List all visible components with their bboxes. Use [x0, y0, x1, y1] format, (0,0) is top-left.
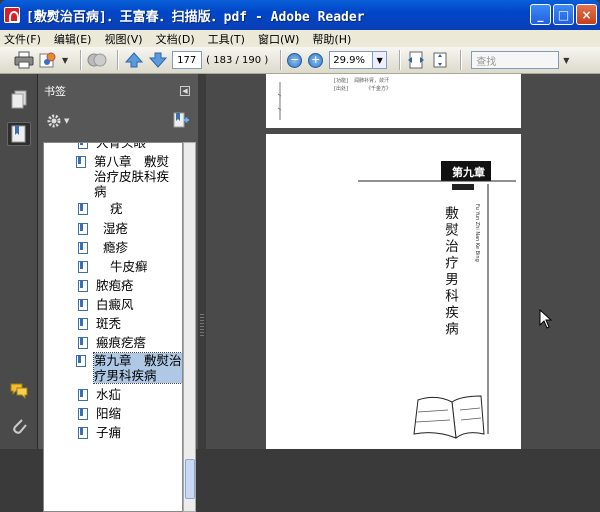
email-icon[interactable] — [38, 50, 58, 70]
page-text: 《千金方》 — [366, 85, 391, 92]
bookmark-icon — [78, 261, 88, 273]
bookmark-icon — [78, 242, 88, 254]
page-number-input[interactable]: 177 — [172, 51, 203, 69]
page-text: [功能] — [334, 77, 348, 84]
menu-document[interactable]: 文档(D) — [156, 31, 195, 47]
bookmarks-icon[interactable] — [7, 122, 31, 146]
bookmark-icon — [78, 389, 88, 401]
find-input[interactable]: 查找 — [471, 51, 560, 69]
bookmark-icon — [78, 408, 88, 420]
scrollbar-thumb[interactable] — [185, 459, 195, 499]
mouse-cursor-icon — [539, 309, 553, 329]
toolbar-separator — [280, 50, 282, 70]
bookmark-icon — [76, 355, 86, 367]
gear-icon — [47, 114, 61, 128]
maximize-button[interactable]: □ — [553, 4, 574, 25]
document-page-previous: [功能] 润肺补肾，敛汗 [出处] 《千金方》 — [266, 74, 521, 128]
toolbar-separator — [399, 50, 401, 70]
find-dropdown-icon[interactable]: ▼ — [563, 56, 569, 65]
toolbar-separator — [460, 50, 462, 70]
collapse-panel-icon[interactable]: ◀ — [180, 86, 190, 96]
bookmarks-panel: 书签 ◀ ▼ 大骨头眼 第八章 敷熨治疗皮肤科疾病 疣 湿疮 瘾疹 牛皮癣 脓疱… — [38, 74, 198, 512]
bookmark-item[interactable]: 水疝 — [78, 387, 121, 402]
page-count: ( 183 / 190 ) — [206, 54, 269, 66]
splitter-grip[interactable] — [200, 314, 204, 338]
bookmark-item[interactable]: 瘾疹 — [78, 240, 128, 255]
minimize-button[interactable]: _ — [530, 4, 551, 25]
bookmark-icon — [78, 427, 88, 439]
menu-bar: 文件(F) 编辑(E) 视图(V) 文档(D) 工具(T) 窗口(W) 帮助(H… — [0, 30, 600, 47]
open-book-illustration — [413, 395, 485, 439]
title-bar: [敷熨治百病]．王富春．扫描版．pdf - Adobe Reader _ □ × — [0, 0, 600, 30]
menu-tools[interactable]: 工具(T) — [208, 31, 245, 47]
bookmark-item[interactable]: 疣 — [78, 201, 123, 216]
bookmark-icon — [78, 337, 88, 349]
bookmark-item[interactable]: 大骨头眼 — [78, 143, 146, 150]
document-page-current: 第九章 敷熨治疗男科疾病 Fu Yun Zhi Nan Ke Bing — [266, 134, 521, 449]
menu-help[interactable]: 帮助(H) — [312, 31, 351, 47]
page-text: [出处] — [334, 85, 348, 92]
document-view[interactable]: [功能] 润肺补肾，敛汗 [出处] 《千金方》 第九章 敷熨治疗男科疾病 Fu … — [206, 74, 600, 449]
chevron-down-icon[interactable]: ▼ — [62, 56, 68, 65]
chapter-pinyin: Fu Yun Zhi Nan Ke Bing — [474, 204, 480, 262]
options-button[interactable]: ▼ — [46, 113, 69, 129]
bookmark-item-selected[interactable]: 第九章 敷熨治疗男科疾病 — [76, 352, 182, 384]
adobe-reader-icon — [4, 7, 20, 23]
next-page-icon[interactable] — [148, 50, 168, 70]
bookmark-item[interactable]: 湿疮 — [78, 221, 128, 236]
toolbar-separator — [117, 50, 119, 70]
bookmark-item[interactable]: 脓疱疮 — [78, 278, 134, 293]
zoom-input[interactable]: 29.9% — [329, 51, 374, 69]
panel-title: 书签 — [44, 85, 66, 98]
menu-window[interactable]: 窗口(W) — [258, 31, 299, 47]
zoom-out-icon[interactable]: − — [287, 52, 303, 68]
chapter-label: 第九章 — [452, 165, 485, 179]
attachments-icon[interactable] — [7, 414, 31, 438]
panel-header: 书签 ◀ — [38, 74, 198, 108]
bookmark-tree: 大骨头眼 第八章 敷熨治疗皮肤科疾病 疣 湿疮 瘾疹 牛皮癣 脓疱疮 白癜风 斑… — [43, 142, 183, 512]
menu-edit[interactable]: 编辑(E) — [54, 31, 92, 47]
chevron-down-icon: ▼ — [64, 117, 70, 125]
bookmark-icon — [78, 299, 88, 311]
bookmark-item[interactable]: 子痈 — [78, 425, 121, 440]
pages-icon[interactable] — [7, 88, 31, 112]
bookmark-icon — [78, 203, 88, 215]
new-bookmark-icon[interactable] — [172, 112, 190, 131]
navigation-pane-strip — [0, 74, 38, 449]
window-controls: _ □ × — [530, 4, 597, 25]
close-button[interactable]: × — [576, 4, 597, 25]
bookmark-icon — [78, 280, 88, 292]
bookmark-item[interactable]: 第八章 敷熨治疗皮肤科疾病 — [76, 154, 176, 199]
panel-toolbar: ▼ — [38, 108, 198, 134]
bookmark-item[interactable]: 瘢痕疙瘩 — [78, 335, 146, 350]
bookmark-icon — [78, 143, 88, 149]
toolbar: ▼ 177 ( 183 / 190 ) − + 29.9% ▼ 查找 ▼ — [0, 47, 600, 74]
bookmark-item[interactable]: 白癜风 — [78, 297, 134, 312]
collaborate-icon[interactable] — [87, 50, 107, 70]
panel-splitter[interactable] — [198, 74, 206, 449]
bookmark-scrollbar[interactable] — [183, 142, 196, 512]
bookmark-icon — [76, 156, 86, 168]
bookmark-item[interactable]: 牛皮癣 — [78, 259, 148, 274]
bookmark-icon — [78, 223, 88, 235]
fit-page-icon[interactable] — [430, 50, 450, 70]
toolbar-separator — [80, 50, 82, 70]
fit-width-icon[interactable] — [406, 50, 426, 70]
menu-file[interactable]: 文件(F) — [4, 31, 41, 47]
bookmark-icon — [78, 318, 88, 330]
window-title: [敷熨治百病]．王富春．扫描版．pdf - Adobe Reader — [26, 9, 365, 25]
zoom-in-icon[interactable]: + — [308, 52, 324, 68]
zoom-dropdown-icon[interactable]: ▼ — [373, 51, 388, 69]
bookmark-item[interactable]: 斑秃 — [78, 316, 121, 331]
chapter-title: 敷熨治疗男科疾病 — [442, 206, 459, 338]
comments-icon[interactable] — [7, 379, 31, 403]
bookmark-item[interactable]: 阳缩 — [78, 406, 121, 421]
menu-view[interactable]: 视图(V) — [104, 31, 142, 47]
previous-page-icon[interactable] — [124, 50, 144, 70]
print-icon[interactable] — [14, 50, 34, 70]
page-text: 润肺补肾，敛汗 — [354, 77, 389, 84]
